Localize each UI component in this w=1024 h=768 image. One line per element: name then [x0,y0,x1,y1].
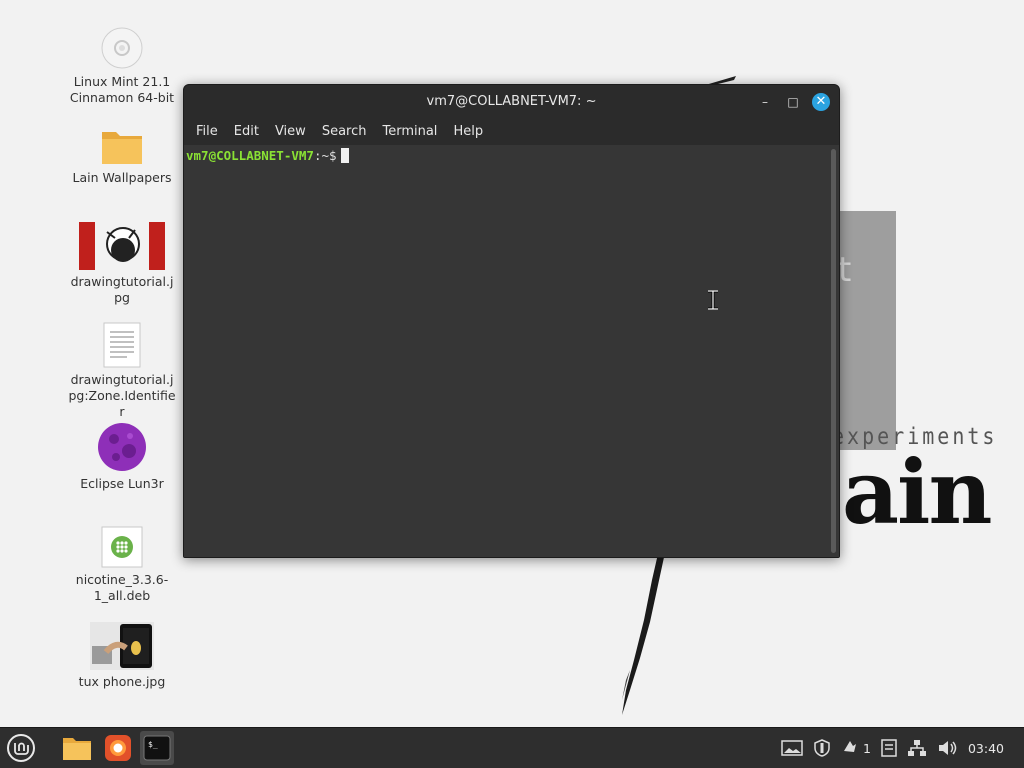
image-thumbnail-icon [79,222,165,270]
desktop-icon-tux-phone[interactable]: tux phone.jpg [67,622,177,690]
minimize-button[interactable]: – [756,93,774,111]
files-icon [63,738,91,760]
desktop-icon-eclipse-lun3r[interactable]: Eclipse Lun3r [67,422,177,492]
shield-icon[interactable] [813,739,831,757]
shell-prompt: vm7@COLLABNET-VM7:~$ [186,148,349,163]
close-button[interactable]: ✕ [812,93,830,111]
update-manager-icon[interactable]: 1 [841,739,871,757]
taskbar: $_ 1 03:40 [0,727,1024,768]
terminal-taskbar-button[interactable]: $_ [140,731,174,765]
desktop-icon-drawingtutorial[interactable]: drawingtutorial.jpg [67,222,177,306]
system-tray: 1 03:40 [776,728,1024,768]
menu-terminal[interactable]: Terminal [374,124,445,139]
terminal-menubar: File Edit View Search Terminal Help [184,118,839,145]
desktop-icon-label: drawingtutorial.jpg [70,274,174,305]
desktop-icon-label: Eclipse Lun3r [80,476,164,491]
prompt-path: :~$ [313,148,337,163]
window-titlebar[interactable]: vm7@COLLABNET-VM7: ~ – □ ✕ [184,85,839,118]
menu-view[interactable]: View [267,124,314,139]
desktop-icon-label: tux phone.jpg [78,674,166,689]
menu-file[interactable]: File [188,124,226,139]
clock[interactable]: 03:40 [968,741,1004,756]
menu-search[interactable]: Search [314,124,375,139]
desktop-icon-label: Linux Mint 21.1 Cinnamon 64-bit [69,74,175,105]
moon-icon [98,423,146,471]
folder-icon [102,132,142,164]
menu-help[interactable]: Help [445,124,491,139]
wallpaper-letter: t [838,250,852,290]
maximize-button[interactable]: □ [784,93,802,111]
notes-icon[interactable] [881,739,897,757]
update-count: 1 [863,740,871,756]
terminal-icon-label: $_ [148,740,158,749]
disc-icon [101,27,143,69]
desktop-icon-label: Lain Wallpapers [72,170,172,185]
deb-package-icon [101,526,143,568]
terminal-scrollbar[interactable] [831,149,836,553]
firefox-launcher[interactable] [101,731,135,765]
image-thumbnail-icon [90,622,154,670]
firefox-icon [105,735,131,761]
desktop-icon-label: nicotine_3.3.6-1_all.deb [75,572,169,603]
files-launcher[interactable] [60,731,94,765]
desktop-icon-label: drawingtutorial.jpg:Zone.Identifier [68,372,176,419]
menu-edit[interactable]: Edit [226,124,267,139]
volume-icon[interactable] [937,739,957,757]
window-title: vm7@COLLABNET-VM7: ~ [426,94,597,109]
wallpaper-grey-box [838,211,896,450]
mint-menu-button[interactable] [4,731,38,765]
mint-menu-icon [7,734,35,762]
terminal-icon: $_ [143,735,171,761]
display-icon[interactable] [781,740,803,756]
text-cursor [340,148,349,163]
wallpaper-brush-stroke [622,545,666,715]
terminal-window[interactable]: vm7@COLLABNET-VM7: ~ – □ ✕ File Edit Vie… [183,84,840,558]
terminal-output[interactable]: vm7@COLLABNET-VM7:~$ [184,145,839,557]
desktop-icon-nicotine-deb[interactable]: nicotine_3.3.6-1_all.deb [67,526,177,604]
prompt-user-host: vm7@COLLABNET-VM7 [186,148,314,163]
network-icon[interactable] [907,739,927,757]
desktop-icon-zone-identifier[interactable]: drawingtutorial.jpg:Zone.Identifier [67,322,177,420]
desktop-icon-lain-wallpapers[interactable]: Lain Wallpapers [67,126,177,186]
ibeam-cursor-icon [708,290,718,310]
desktop-icon-linux-mint[interactable]: Linux Mint 21.1 Cinnamon 64-bit [67,26,177,106]
wallpaper-big-text: ain [842,440,992,544]
text-file-icon [103,322,141,368]
